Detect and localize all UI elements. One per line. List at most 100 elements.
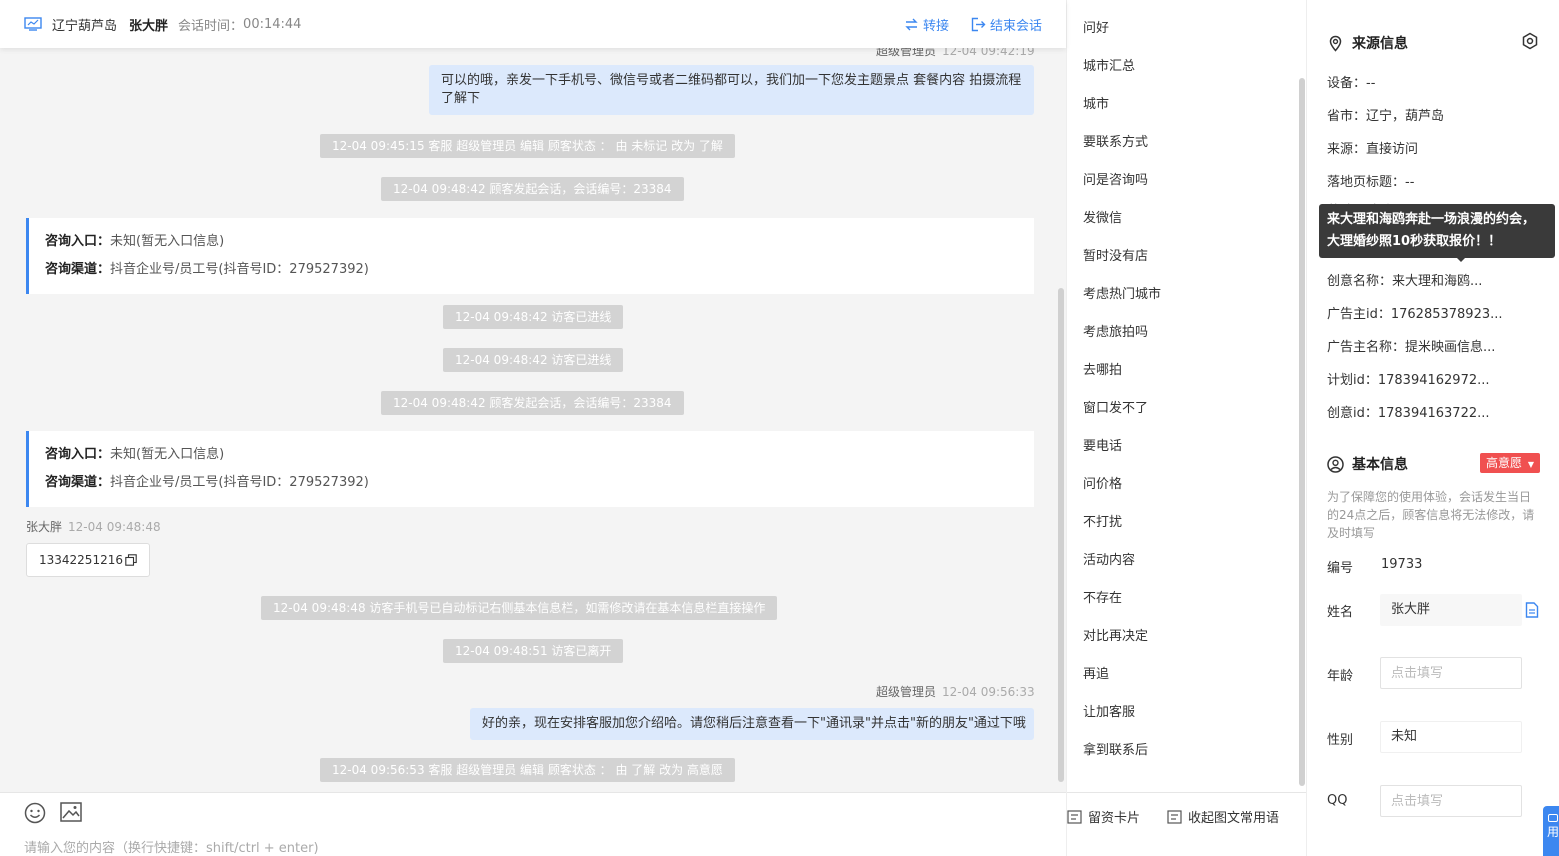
source-creative-name[interactable]: 创意名称：来大理和海鸥... — [1327, 270, 1482, 289]
quick-phrase-item[interactable]: 窗口发不了 — [1067, 390, 1292, 428]
quick-phrase-item[interactable]: 暂时没有店 — [1067, 238, 1292, 276]
agent-message-bubble: 好的亲，现在安排客服加您介绍哈。请您稍后注意查看一下"通讯录"并点击"新的朋友"… — [470, 708, 1034, 740]
qq-input[interactable] — [1380, 785, 1522, 817]
chat-bubble-icon — [1548, 814, 1558, 822]
source-channel: 来源：直接访问 — [1327, 142, 1419, 157]
message-sender-line: 张大胖 12-04 09:48:48 — [26, 518, 161, 535]
collapse-phrases-button[interactable]: 收起图文常用语 — [1167, 807, 1279, 826]
sender-name: 张大胖 — [26, 520, 63, 534]
chat-scrollbar[interactable] — [1058, 52, 1064, 782]
emoji-icon[interactable] — [24, 802, 46, 824]
consult-info-card: 咨询入口：未知(暂无入口信息) 咨询渠道：抖音企业号/员工号(抖音号ID：279… — [26, 431, 1034, 507]
edit-notice: 为了保障您的使用体验，会话发生当日的24点之后，顾客信息将无法修改，请及时填写 — [1327, 490, 1535, 540]
basic-info-title: 基本信息 — [1327, 454, 1408, 474]
quick-phrase-item[interactable]: 问价格 — [1067, 466, 1292, 504]
source-advertiser-name: 广告主名称：提米映画信息... — [1327, 340, 1496, 355]
source-advertiser-id: 广告主id：176285378923... — [1327, 307, 1503, 322]
customer-info-panel: 来源信息 设备：-- 省市：辽宁，葫芦岛 来源：直接访问 落地页标题：-- 落地… — [1306, 0, 1559, 856]
user-circle-icon — [1327, 455, 1344, 473]
source-province-city: 省市：辽宁，葫芦岛 — [1327, 109, 1445, 124]
document-icon[interactable] — [1525, 602, 1539, 618]
consult-entry-row: 咨询入口：未知(暂无入口信息) — [45, 228, 1018, 256]
source-device: 设备：-- — [1327, 76, 1376, 91]
name-label: 姓名 — [1327, 605, 1354, 620]
gender-label: 性别 — [1327, 733, 1354, 748]
message-time: 12-04 09:56:33 — [942, 685, 1035, 699]
consult-channel-label: 咨询渠道： — [45, 262, 111, 277]
quick-phrase-item[interactable]: 要电话 — [1067, 428, 1292, 466]
quick-phrase-item[interactable]: 让加客服 — [1067, 694, 1292, 732]
quick-phrase-item[interactable]: 不打扰 — [1067, 504, 1292, 542]
intent-level-dropdown[interactable]: 高意愿 ▼ — [1480, 453, 1540, 473]
source-creative-id: 创意id：178394163722... — [1327, 406, 1490, 421]
consult-entry-label: 咨询入口： — [45, 447, 111, 462]
quick-phrase-item[interactable]: 问好 — [1067, 10, 1292, 48]
settings-icon[interactable] — [1521, 32, 1539, 50]
quick-phrase-item[interactable]: 对比再决定 — [1067, 618, 1292, 656]
system-message: 12-04 09:48:42 顾客发起会话，会话编号：23384 — [381, 177, 684, 201]
end-session-label: 结束会话 — [989, 18, 1042, 34]
phrase-scrollbar[interactable] — [1299, 78, 1305, 786]
consult-channel-row: 咨询渠道：抖音企业号/员工号(抖音号ID：279527392) — [45, 469, 1018, 497]
source-landing-title: 落地页标题：-- — [1327, 175, 1415, 190]
copy-icon[interactable] — [125, 554, 137, 566]
sender-name: 超级管理员 — [876, 48, 937, 58]
age-label: 年龄 — [1327, 669, 1354, 684]
quick-phrase-item[interactable]: 城市 — [1067, 86, 1292, 124]
phrase-footer: 留资卡片 收起图文常用语 — [1067, 792, 1307, 856]
tooltip-arrow — [1455, 256, 1467, 262]
quick-phrase-item[interactable]: 去哪拍 — [1067, 352, 1292, 390]
quick-phrase-item[interactable]: 城市汇总 — [1067, 48, 1292, 86]
quick-phrase-item[interactable]: 要联系方式 — [1067, 124, 1292, 162]
session-time: 00:14:44 — [243, 16, 302, 32]
quick-phrase-item[interactable]: 不存在 — [1067, 580, 1292, 618]
chat-header: 辽宁葫芦岛 张大胖 会话时间： 00:14:44 转接 结束会话 — [0, 0, 1066, 48]
quick-phrase-item[interactable]: 考虑旅拍吗 — [1067, 314, 1292, 352]
input-area — [0, 792, 1066, 856]
customer-phone-card[interactable]: 13342251216 — [26, 543, 150, 577]
caret-down-icon: ▼ — [1527, 460, 1534, 469]
source-plan-id: 计划id：178394162972... — [1327, 373, 1490, 388]
quick-phrase-item[interactable]: 活动内容 — [1067, 542, 1292, 580]
name-field[interactable]: 张大胖 — [1380, 594, 1522, 626]
monitor-icon — [24, 17, 42, 31]
exit-icon — [971, 17, 986, 31]
transfer-label: 转接 — [922, 18, 949, 34]
message-sender-line: 超级管理员 12-04 09:56:33 — [876, 683, 1035, 700]
image-icon[interactable] — [60, 802, 82, 822]
gender-select[interactable]: 未知 — [1380, 721, 1522, 753]
end-session-button[interactable]: 结束会话 — [971, 15, 1042, 34]
transfer-button[interactable]: 转接 — [904, 15, 949, 34]
card-icon — [1167, 809, 1182, 824]
floating-side-button[interactable]: 用 — [1543, 806, 1559, 856]
message-input[interactable] — [24, 839, 1024, 856]
system-message: 12-04 09:48:42 访客已进线 — [443, 305, 624, 329]
quick-phrase-item[interactable]: 问是咨询吗 — [1067, 162, 1292, 200]
message-list[interactable]: 超级管理员 12-04 09:42:19 可以的哦，亲发一下手机号、微信号或者二维… — [0, 48, 1056, 792]
quick-phrases-panel: 问好 城市汇总 城市 要联系方式 问是咨询吗 发微信 暂时没有店 考虑热门城市 考虑旅拍吗 去哪拍… — [1066, 0, 1307, 856]
floating-side-label: 用 — [1546, 825, 1559, 839]
consult-info-card: 咨询入口：未知(暂无入口信息) 咨询渠道：抖音企业号/员工号(抖音号ID：279… — [26, 218, 1034, 294]
quick-phrase-item[interactable]: 考虑热门城市 — [1067, 276, 1292, 314]
quick-phrase-item[interactable]: 发微信 — [1067, 200, 1292, 238]
consult-channel-row: 咨询渠道：抖音企业号/员工号(抖音号ID：279527392) — [45, 256, 1018, 284]
creative-name-tooltip: 来大理和海鸥奔赴一场浪漫的约会，大理婚纱照10秒获取报价！！ — [1319, 204, 1555, 258]
quick-phrase-item[interactable]: 再追 — [1067, 656, 1292, 694]
system-message: 12-04 09:48:42 顾客发起会话，会话编号：23384 — [381, 391, 684, 415]
consult-channel-value: 抖音企业号/员工号(抖音号ID：279527392) — [110, 475, 369, 490]
consult-entry-row: 咨询入口：未知(暂无入口信息) — [45, 441, 1018, 469]
age-input[interactable] — [1380, 657, 1522, 689]
lead-card-label: 留资卡片 — [1088, 811, 1141, 826]
chat-scrollbar-thumb[interactable] — [1058, 288, 1064, 782]
lead-card-button[interactable]: 留资卡片 — [1067, 807, 1140, 826]
system-message: 12-04 09:48:42 访客已进线 — [443, 348, 624, 372]
quick-phrase-item[interactable]: 拿到联系后 — [1067, 732, 1292, 770]
source-info-title: 来源信息 — [1327, 33, 1408, 53]
intent-level-label: 高意愿 — [1486, 456, 1523, 470]
system-message: 12-04 09:48:48 访客手机号已自动标记右侧基本信息栏，如需修改请在基… — [261, 596, 778, 620]
message-time: 12-04 09:42:19 — [942, 48, 1035, 58]
chat-panel: 辽宁葫芦岛 张大胖 会话时间： 00:14:44 转接 结束会话 超级管理员 1… — [0, 0, 1066, 856]
system-message: 12-04 09:48:51 访客已离开 — [443, 639, 624, 663]
source-info-title-text: 来源信息 — [1352, 36, 1408, 52]
consult-entry-value: 未知(暂无入口信息) — [110, 234, 225, 249]
